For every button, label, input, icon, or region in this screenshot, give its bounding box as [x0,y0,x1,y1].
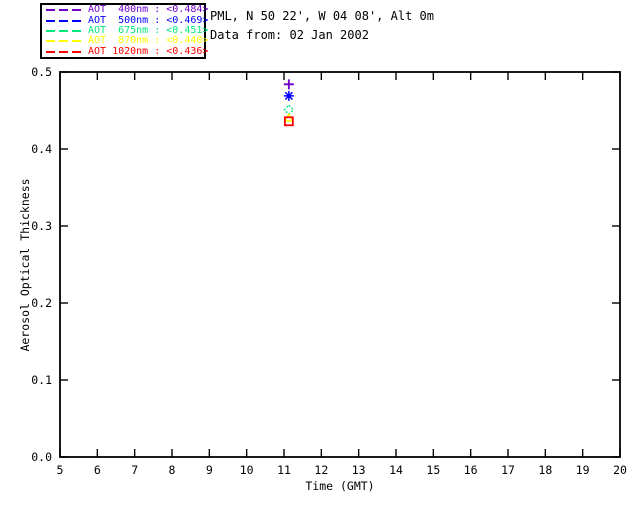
x-tick-label: 19 [576,463,590,477]
x-tick-label: 9 [206,463,213,477]
legend-line-sample [46,19,82,22]
legend-item: AOT 870nm : <0.440> [46,36,208,46]
plot-header: PML, N 50 22', W 04 08', Alt 0m Data fro… [210,7,434,45]
legend-line-sample [46,50,82,53]
legend-item-label: AOT 400nm : <0.484> [88,4,209,16]
y-tick-label: 0.5 [31,65,52,79]
x-tick-label: 14 [389,463,403,477]
legend-item-label: AOT 870nm : <0.440> [88,35,209,47]
y-tick-label: 0.1 [31,373,52,387]
y-axis-label: Aerosol Optical Thickness [18,178,32,352]
y-tick-label: 0.4 [31,142,52,156]
legend-box: AOT 400nm : <0.484> AOT 500nm : <0.469> AO… [40,3,208,59]
data-date: Data from: 02 Jan 2002 [210,28,369,42]
legend-line-sample [46,9,82,12]
x-tick-label: 15 [426,463,440,477]
x-axis-label: Time (GMT) [305,479,375,493]
x-tick-label: 10 [240,463,254,477]
y-tick-label: 0.0 [31,450,52,464]
y-tick-label: 0.2 [31,296,52,310]
x-tick-label: 20 [613,463,627,477]
x-tick-label: 7 [131,463,138,477]
x-tick-label: 16 [464,463,478,477]
x-tick-label: 8 [169,463,176,477]
legend-item: AOT 400nm : <0.484> [46,5,208,15]
x-tick-label: 18 [538,463,552,477]
data-marker-aot-500nm [283,90,294,101]
station-title: PML, N 50 22', W 04 08', Alt 0m [210,9,434,23]
x-tick-label: 6 [94,463,101,477]
aot-plot-page: 5 6 7 8 9 10 11 12 13 14 15 16 17 18 19 20 0.0 0.1 0.2 0.3 0… [0,0,640,512]
legend-line-sample [46,29,82,32]
legend-item-label: AOT 1020nm : <0.436> [88,45,209,57]
legend-item: AOT 1020nm : <0.436> [46,46,208,57]
legend-line-sample [46,40,82,43]
x-tick-label: 11 [277,463,291,477]
aot-chart: 5 6 7 8 9 10 11 12 13 14 15 16 17 18 19 20 0.0 0.1 0.2 0.3 0… [31,65,627,477]
x-tick-label: 12 [314,463,328,477]
x-tick-label: 17 [501,463,515,477]
y-tick-label: 0.3 [31,219,52,233]
plot-frame [59,71,621,458]
x-tick-label: 13 [352,463,366,477]
x-tick-label: 5 [57,463,64,477]
data-marker-aot-400nm [283,79,294,90]
